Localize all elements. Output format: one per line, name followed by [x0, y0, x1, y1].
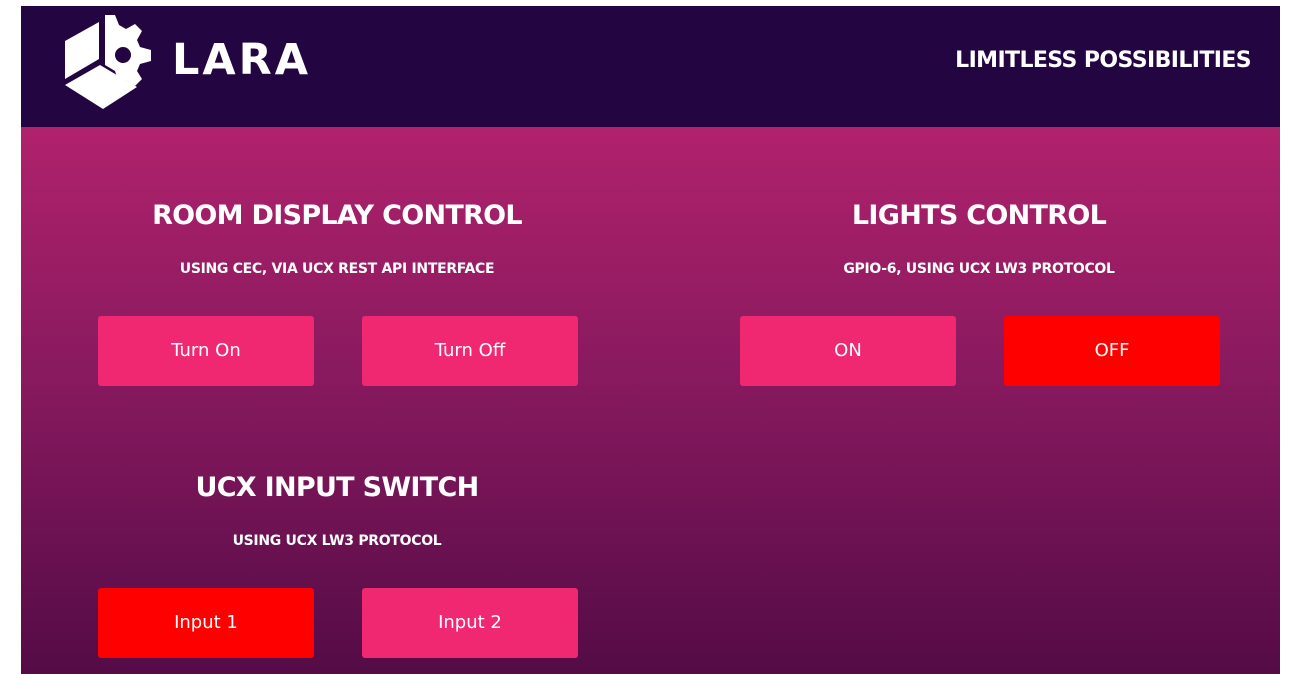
lights-control-subtitle: GPIO-6, USING UCX LW3 PROTOCOL [843, 261, 1115, 277]
brand-name: LARA [172, 35, 312, 85]
lara-logo-icon [63, 13, 153, 109]
header-bar: LARA LIMITLESS POSSIBILITIES [21, 6, 1280, 127]
room-display-subtitle: USING CEC, VIA UCX REST API INTERFACE [179, 261, 495, 277]
input-switch-subtitle: USING UCX LW3 PROTOCOL [232, 533, 442, 549]
lights-on-button[interactable]: ON [740, 316, 956, 386]
app-frame: LARA LIMITLESS POSSIBILITIES ROOM DISPLA… [21, 6, 1280, 674]
turn-off-button[interactable]: Turn Off [362, 316, 578, 386]
input-switch-title: UCX INPUT SWITCH [195, 472, 479, 503]
tagline: LIMITLESS POSSIBILITIES [955, 48, 1251, 73]
lights-off-button[interactable]: OFF [1004, 316, 1220, 386]
room-display-title: ROOM DISPLAY CONTROL [152, 200, 523, 231]
control-panel: ROOM DISPLAY CONTROL USING CEC, VIA UCX … [21, 127, 1280, 674]
input-2-button[interactable]: Input 2 [362, 588, 578, 658]
turn-on-button[interactable]: Turn On [98, 316, 314, 386]
lights-control-title: LIGHTS CONTROL [851, 200, 1107, 231]
input-1-button[interactable]: Input 1 [98, 588, 314, 658]
